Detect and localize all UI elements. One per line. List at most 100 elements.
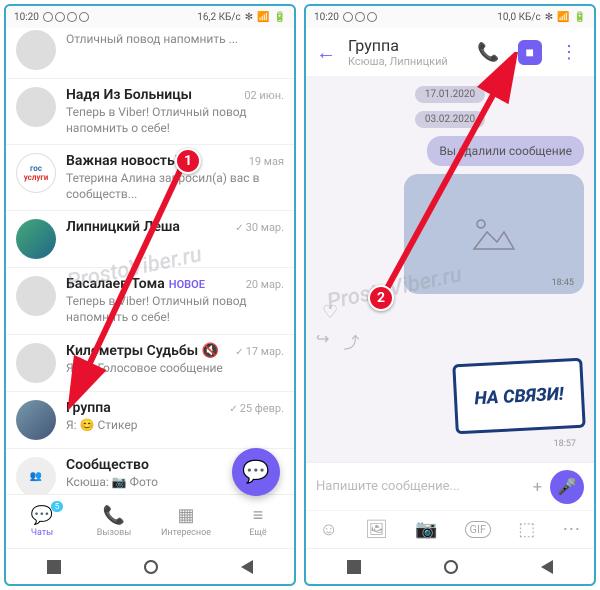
date-separator: 03.02.2020 [415, 111, 485, 128]
status-time: 10:20 [14, 12, 39, 23]
chat-time: 19 мая [249, 155, 284, 168]
recent-apps-button[interactable] [47, 560, 61, 574]
conversation-subtitle: Ксюша, Липницкий [348, 55, 459, 68]
chat-time: ✓30 мар. [235, 221, 284, 234]
signal-icon: 📶 [557, 12, 569, 23]
signal-icon: 📶 [257, 12, 269, 23]
avatar [16, 400, 56, 440]
recent-apps-button[interactable] [347, 560, 361, 574]
sticker-message[interactable]: НА СВЯЗИ! [452, 358, 585, 435]
list-item[interactable]: Отличный повод напомнить ... [6, 28, 294, 79]
avatar [16, 343, 56, 383]
chat-time: ✓25 февр. [229, 402, 284, 415]
home-button[interactable] [144, 560, 158, 574]
date-separator: 17.01.2020 [415, 86, 485, 103]
avatar: госуслуги [16, 153, 56, 193]
bluetooth-icon: ✻ [245, 12, 253, 23]
nav-explore[interactable]: ▦ Интересное [150, 495, 222, 548]
avatar [16, 219, 56, 259]
nav-calls[interactable]: 📞 Вызовы [78, 495, 150, 548]
phone-icon: 📞 [103, 505, 125, 526]
nav-label: Интересное [161, 528, 211, 538]
conversation-header: ← Группа Ксюша, Липницкий 📞 ■ ⋮ [306, 28, 594, 76]
gallery-icon[interactable]: 🖼 [365, 519, 388, 540]
conversation-body[interactable]: 17.01.2020 03.02.2020 Вы удалили сообщен… [306, 76, 594, 462]
share-button[interactable]: ↪ [316, 329, 329, 353]
sticker-icon[interactable]: ☺ [320, 519, 338, 540]
like-button[interactable]: ♡ [322, 302, 338, 323]
conversation-title: Группа [348, 36, 459, 55]
back-button[interactable] [241, 560, 253, 574]
compose-fab[interactable]: 💬 [232, 448, 280, 496]
mic-button[interactable]: 🎤 [550, 470, 584, 504]
phone-left: 10:20 16,2 КБ/с ✻ 📶 🔋 Отличный повод нап… [4, 4, 296, 586]
list-item[interactable]: Надя Из Больницы 02 июн. Теперь в Viber!… [6, 79, 294, 145]
message-time: 18:45 [552, 278, 574, 288]
more-menu-button[interactable]: ⋮ [554, 42, 584, 63]
sticker-text: НА СВЯЗИ! [474, 383, 564, 409]
message-input[interactable]: Напишите сообщение... [316, 479, 525, 494]
chat-name: Надя Из Больницы [66, 87, 192, 103]
chat-name: Сообщество [66, 457, 149, 473]
chat-preview: Теперь в Viber! Отличный повод напомнить… [66, 105, 284, 136]
chat-preview: Отличный повод напомнить ... [66, 32, 284, 48]
list-item[interactable]: Километры Судьбы 🔇 ✓17 мар. Я: 📎 Голосов… [6, 335, 294, 392]
mountain-image-icon [469, 214, 519, 254]
poll-icon[interactable]: ⬚ [518, 519, 535, 540]
input-icon-row: ☺ 🖼 📷 GIF ⬚ ⋯ [306, 510, 594, 548]
home-button[interactable] [444, 560, 458, 574]
back-button[interactable]: ← [316, 40, 336, 65]
chat-name: Важная новость! [66, 153, 178, 169]
avatar [16, 87, 56, 127]
mute-icon: 🔇 [202, 343, 219, 359]
battery-icon: 🔋 [274, 12, 286, 23]
call-button[interactable]: 📞 [471, 42, 505, 63]
chat-name: Липницкий Леша [66, 219, 180, 235]
status-time: 10:20 [314, 12, 339, 23]
chat-name: Километры Судьбы 🔇 [66, 343, 219, 359]
attach-icon[interactable]: + [529, 477, 546, 496]
back-button[interactable] [541, 560, 553, 574]
list-item[interactable]: госуслуги Важная новость! 19 мая Тетерин… [6, 145, 294, 211]
deleted-message-text: Вы удалили сообщение [439, 144, 572, 158]
chat-preview: Я: 😊 Стикер [66, 418, 284, 434]
conversation-title-block[interactable]: Группа Ксюша, Липницкий [348, 36, 459, 68]
status-net: 10,0 КБ/с [497, 12, 540, 23]
new-badge: НОВОЕ [169, 278, 205, 291]
avatar: 👥 [16, 457, 56, 494]
nav-label: Чаты [31, 528, 53, 538]
battery-icon: 🔋 [574, 12, 586, 23]
nav-more[interactable]: ≡ Ещё [222, 495, 294, 548]
forward-button[interactable]: ⤴ [343, 329, 359, 353]
list-item[interactable]: Басалаев ТомаНОВОЕ 20 мар. Теперь в Vibe… [6, 268, 294, 334]
avatar [16, 30, 56, 70]
camera-icon[interactable]: 📷 [415, 519, 437, 540]
chat-time: ✓17 мар. [235, 345, 284, 358]
list-item[interactable]: Группа ✓25 февр. Я: 😊 Стикер [6, 392, 294, 449]
chat-preview: Теперь в Viber! Отличный повод напомнить… [66, 294, 284, 325]
bluetooth-icon: ✻ [545, 12, 553, 23]
avatar [16, 276, 56, 316]
chat-name: Группа [66, 400, 111, 416]
chat-list[interactable]: Отличный повод напомнить ... Надя Из Бол… [6, 28, 294, 494]
chat-preview: Я: 📎 Голосовое сообщение [66, 361, 284, 377]
video-call-button[interactable]: ■ [518, 40, 542, 65]
message-bubble[interactable]: Вы удалили сообщение [427, 136, 584, 166]
chat-icon: 💬5 [31, 505, 53, 526]
system-nav [6, 548, 294, 584]
nav-label: Вызовы [97, 528, 131, 538]
gif-icon[interactable]: GIF [465, 521, 492, 538]
system-nav [306, 548, 594, 584]
status-bar: 10:20 16,2 КБ/с ✻ 📶 🔋 [6, 6, 294, 28]
message-input-bar: Напишите сообщение... + 🎤 [306, 462, 594, 510]
phone-right: 10:20 10,0 КБ/с ✻ 📶 🔋 ← Группа Ксюша, Ли… [304, 4, 596, 586]
grid-icon: ▦ [177, 505, 194, 526]
chat-time: 02 июн. [244, 89, 284, 102]
status-bar: 10:20 10,0 КБ/с ✻ 📶 🔋 [306, 6, 594, 28]
nav-badge: 5 [51, 501, 64, 512]
more-icon[interactable]: ⋯ [562, 519, 580, 540]
list-item[interactable]: Липницкий Леша ✓30 мар. [6, 211, 294, 268]
nav-chats[interactable]: 💬5 Чаты [6, 495, 78, 548]
image-message[interactable]: 18:45 [404, 174, 584, 294]
chat-name: Басалаев ТомаНОВОЕ [66, 276, 205, 292]
